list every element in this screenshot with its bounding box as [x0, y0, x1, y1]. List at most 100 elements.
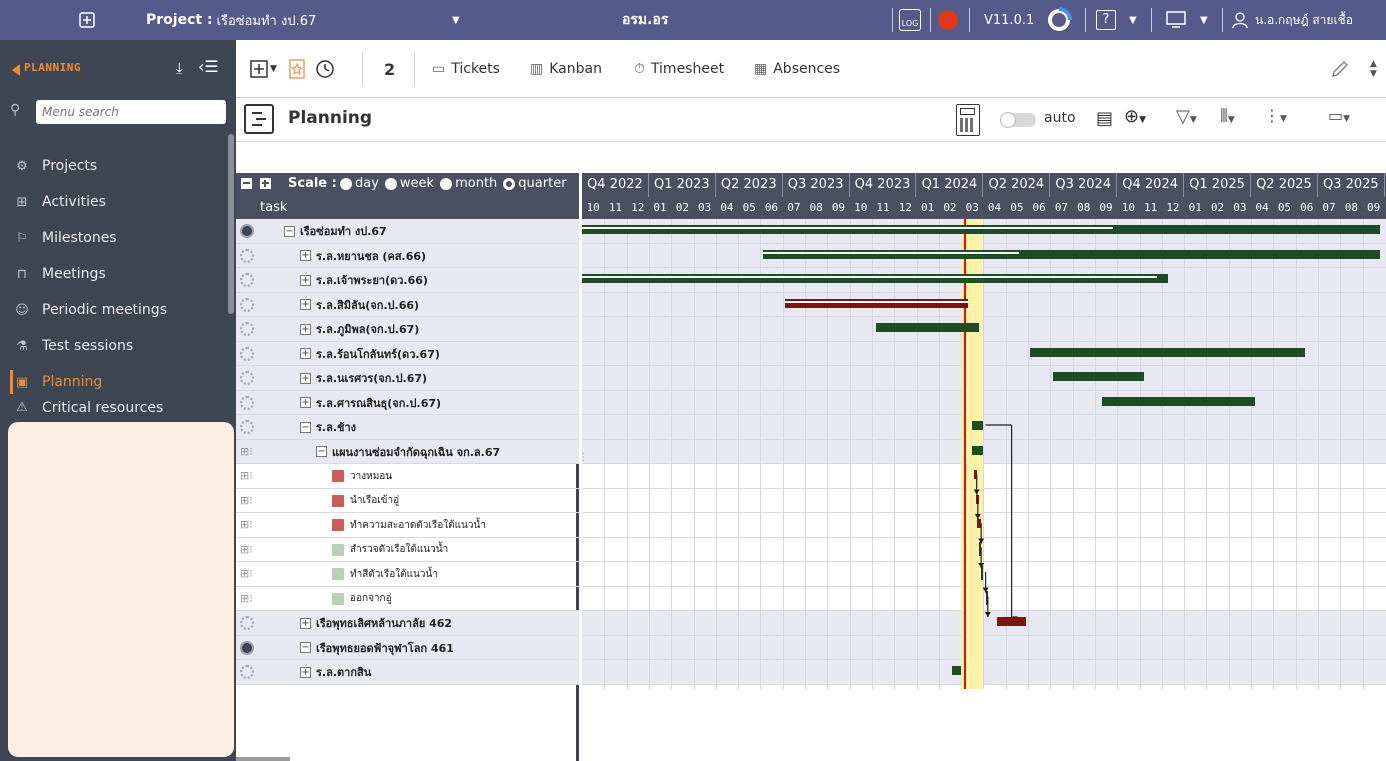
- scale-option-month[interactable]: month: [440, 176, 497, 191]
- sidebar-item-projects[interactable]: ⚙ Projects: [0, 148, 226, 184]
- task-name[interactable]: สำรวจตัวเรือใต้แนวน้ำ: [350, 542, 448, 557]
- columns-icon[interactable]: ⦀▼: [1220, 106, 1235, 127]
- expand-icon[interactable]: +: [300, 250, 311, 261]
- collapse-all-icon[interactable]: [241, 178, 252, 189]
- project-gear-icon[interactable]: [240, 665, 254, 679]
- help-dropdown-icon[interactable]: ▼: [1129, 0, 1137, 40]
- sidebar-item-milestones[interactable]: ⚐ Milestones: [0, 220, 226, 256]
- filter-icon[interactable]: ▽▼: [1176, 106, 1197, 127]
- activity-icon[interactable]: ⊞⁝: [240, 592, 253, 605]
- task-name[interactable]: แผนงานซ่อมจำกัดฉุกเฉิน จก.ล.67: [332, 443, 500, 461]
- pin-icon[interactable]: ⤓: [176, 59, 183, 77]
- task-row[interactable]: + ร.ล.นเรศวร(จก.ป.67): [236, 366, 579, 391]
- project-selector[interactable]: Project : เรือซ่อมทำ งป.67: [146, 0, 316, 40]
- activity-icon[interactable]: ⊞⁝: [240, 469, 253, 482]
- task-name[interactable]: ร.ล.ช้าง: [316, 418, 356, 436]
- task-name[interactable]: เรือพุทธยอดฟ้าจุฬาโลก 461: [316, 639, 454, 657]
- task-row[interactable]: ⊞⁝ ทำความสะอาดตัวเรือใต้แนวน้ำ: [236, 513, 579, 538]
- project-gear-icon[interactable]: [240, 640, 254, 655]
- task-row[interactable]: ⊞⁝ ออกจากอู่: [236, 587, 579, 611]
- task-row[interactable]: + ร.ล.หยานชล (คส.66): [236, 243, 579, 268]
- item-count[interactable]: 2: [384, 40, 395, 98]
- task-name[interactable]: วางหมอน: [350, 469, 392, 484]
- activity-icon[interactable]: ⊞⁝: [240, 543, 253, 556]
- screen-icon[interactable]: [1166, 0, 1186, 40]
- task-row[interactable]: + เรือพุทธเลิศหล้านภาลัย 462: [236, 611, 579, 636]
- scale-option-day[interactable]: day: [340, 176, 379, 191]
- expand-icon[interactable]: +: [300, 299, 311, 310]
- task-row[interactable]: − เรือพุทธยอดฟ้าจุฬาโลก 461: [236, 635, 579, 660]
- add-item-button[interactable]: ▼: [250, 40, 277, 98]
- task-row[interactable]: + ร.ล.ภูมิพล(จก.ป.67): [236, 317, 579, 342]
- task-row[interactable]: − เรือซ่อมทำ งป.67: [236, 219, 579, 244]
- activity-icon[interactable]: ⊞⁝: [240, 494, 253, 507]
- expand-icon[interactable]: +: [300, 323, 311, 335]
- task-name[interactable]: ร.ล.ตากสิน: [316, 663, 371, 681]
- project-gear-icon[interactable]: [240, 616, 254, 630]
- task-name[interactable]: เรือซ่อมทำ งป.67: [300, 222, 387, 240]
- scale-option-quarter[interactable]: quarter: [503, 176, 567, 191]
- tickets-button[interactable]: ▭ Tickets: [432, 40, 500, 98]
- history-icon[interactable]: [314, 40, 336, 98]
- task-name[interactable]: นำเรือเข้าอู่: [350, 493, 399, 508]
- user-menu[interactable]: น.อ.กฤษฎ์ สายเชื้อ: [1231, 0, 1353, 40]
- task-name[interactable]: ทำความสะอาดตัวเรือใต้แนวน้ำ: [350, 518, 486, 533]
- task-name[interactable]: ทำสีตัวเรือใต้แนวน้ำ: [350, 567, 438, 582]
- refresh-icon[interactable]: [1046, 0, 1072, 40]
- horizontal-scrollbar[interactable]: [236, 757, 290, 761]
- expand-icon[interactable]: +: [300, 617, 311, 629]
- sidebar-item-periodic-meetings[interactable]: ☺ Periodic meetings: [0, 292, 226, 328]
- add-view-icon[interactable]: ⊕▼: [1124, 106, 1146, 127]
- expand-icon[interactable]: +: [300, 372, 311, 384]
- timesheet-button[interactable]: ⏱ Timesheet: [634, 40, 724, 98]
- task-row[interactable]: + ร.ล.ตากสิน: [236, 660, 579, 685]
- expand-icon[interactable]: +: [300, 666, 311, 678]
- save-baseline-icon[interactable]: ▤: [1096, 108, 1113, 129]
- collapse-icon[interactable]: −: [316, 446, 327, 457]
- collapse-icon[interactable]: −: [284, 225, 295, 237]
- collapse-arrow-icon[interactable]: [12, 64, 20, 76]
- kanban-button[interactable]: ▥ Kanban: [530, 40, 602, 98]
- project-gear-icon[interactable]: [240, 248, 254, 263]
- sidebar-item-test-sessions[interactable]: ⚗ Test sessions: [0, 328, 226, 364]
- menu-search-input[interactable]: [36, 100, 226, 124]
- bookmark-icon[interactable]: [288, 40, 306, 98]
- task-name[interactable]: ร.ล.ร้อนโกลันทร์(ดว.67): [316, 345, 440, 363]
- log-icon[interactable]: LOG: [899, 0, 921, 40]
- project-gear-icon[interactable]: [240, 371, 254, 385]
- task-name[interactable]: ออกจากอู่: [350, 591, 392, 606]
- task-name[interactable]: เรือพุทธเลิศหล้านภาลัย 462: [316, 614, 452, 632]
- help-icon[interactable]: ?: [1096, 0, 1116, 40]
- expand-icon[interactable]: +: [300, 397, 311, 408]
- calculator-icon[interactable]: [956, 104, 980, 136]
- splitter-handle[interactable]: ⋮: [578, 452, 588, 463]
- task-name[interactable]: ร.ล.ภูมิพล(จก.ป.67): [316, 320, 419, 338]
- task-row[interactable]: ⊞⁝ − แผนงานซ่อมจำกัดฉุกเฉิน จก.ล.67: [236, 439, 579, 464]
- task-name[interactable]: ร.ล.ศารณสินธุ(จก.ป.67): [316, 394, 441, 412]
- task-row[interactable]: + ร.ล.สิมิลัน(จก.ป.66): [236, 292, 579, 317]
- task-row[interactable]: ⊞⁝ สำรวจตัวเรือใต้แนวน้ำ: [236, 538, 579, 562]
- edit-pencil-icon[interactable]: [1330, 40, 1350, 98]
- absences-button[interactable]: ▦ Absences: [754, 40, 840, 98]
- project-dropdown-icon[interactable]: ▼: [452, 0, 460, 40]
- expand-icon[interactable]: +: [300, 274, 311, 286]
- project-gear-icon[interactable]: [240, 297, 254, 312]
- sidebar-item-activities[interactable]: ⊞ Activities: [0, 184, 226, 220]
- sidebar-scrollbar[interactable]: [228, 134, 234, 314]
- scroll-arrows-icon[interactable]: ▲ ▼: [1370, 40, 1377, 98]
- task-row[interactable]: + ร.ล.ศารณสินธุ(จก.ป.67): [236, 390, 579, 415]
- task-row[interactable]: + ร.ล.เจ้าพระยา(ดว.66): [236, 268, 579, 293]
- more-options-icon[interactable]: ⋮▼: [1264, 106, 1287, 125]
- project-gear-icon[interactable]: [240, 346, 254, 361]
- project-gear-icon[interactable]: [240, 273, 254, 287]
- project-gear-icon[interactable]: [240, 224, 254, 238]
- task-row[interactable]: ⊞⁝ วางหมอน: [236, 464, 579, 489]
- sidebar-item-critical-resources[interactable]: ⚠ Critical resources: [0, 400, 226, 414]
- auto-toggle[interactable]: [1000, 112, 1036, 128]
- expand-all-icon[interactable]: [260, 178, 271, 189]
- record-icon[interactable]: [938, 0, 958, 40]
- task-row[interactable]: − ร.ล.ช้าง: [236, 415, 579, 440]
- activity-icon[interactable]: ⊞⁝: [240, 567, 253, 580]
- project-switch-icon[interactable]: [78, 0, 96, 40]
- activity-icon[interactable]: ⊞⁝: [240, 445, 253, 458]
